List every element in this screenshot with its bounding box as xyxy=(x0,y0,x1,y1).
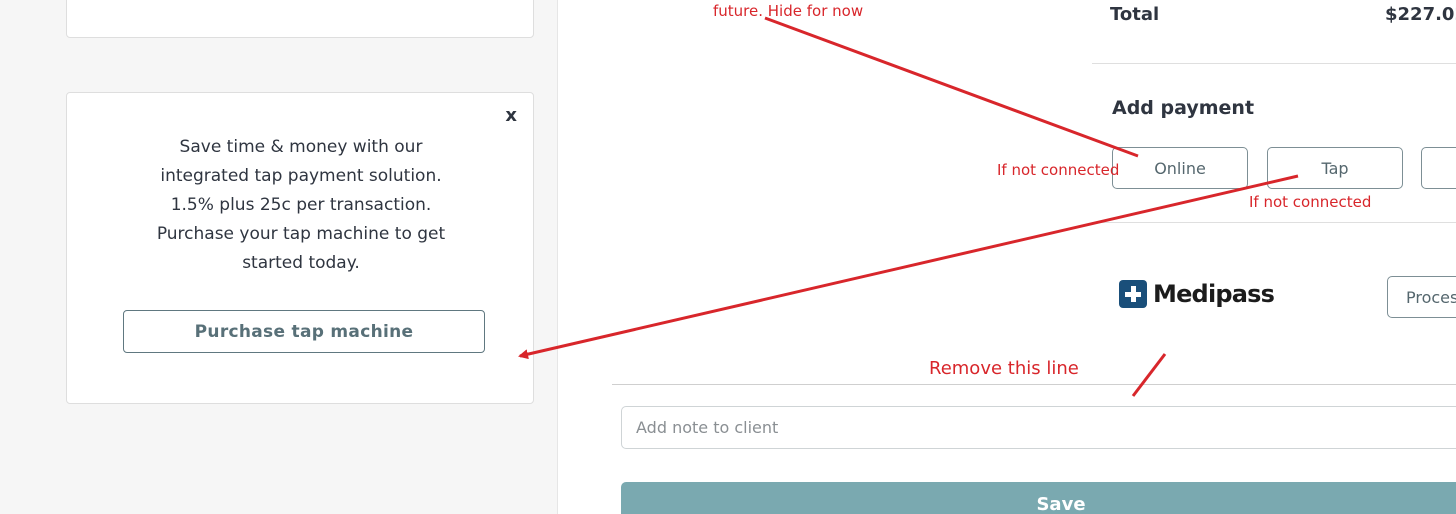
medipass-process-button[interactable]: Process xyxy=(1387,276,1456,318)
annotation-arrow-tap xyxy=(518,174,1299,360)
purchase-tap-machine-button[interactable]: Purchase tap machine xyxy=(123,310,485,353)
tap-promo-card: x Save time & money with our integrated … xyxy=(66,92,534,404)
annotation-remove-line: Remove this line xyxy=(929,358,1079,379)
save-button[interactable]: Save xyxy=(621,482,1456,514)
previous-card xyxy=(66,0,534,38)
payment-option-button[interactable] xyxy=(1421,147,1456,189)
close-icon[interactable]: x xyxy=(505,105,517,126)
medipass-logo: Medipass xyxy=(1119,280,1275,308)
annotation-future: future. Hide for now xyxy=(713,2,864,20)
medipass-cross-icon xyxy=(1119,280,1147,308)
left-sidebar: x Save time & money with our integrated … xyxy=(0,0,558,514)
total-value: $227.02 xyxy=(1385,4,1456,25)
annotation-strike-line xyxy=(1131,353,1167,397)
medipass-wordmark: Medipass xyxy=(1153,280,1275,308)
online-payment-button[interactable]: Online xyxy=(1112,147,1248,189)
annotation-line-online xyxy=(764,16,1139,158)
divider xyxy=(1092,222,1456,223)
annotation-tap-not-connected: If not connected xyxy=(1249,193,1372,211)
add-payment-heading: Add payment xyxy=(1112,97,1255,119)
section-divider xyxy=(612,384,1456,385)
tap-payment-button[interactable]: Tap xyxy=(1267,147,1403,189)
client-note-input[interactable] xyxy=(621,406,1456,449)
promo-text: Save time & money with our integrated ta… xyxy=(156,137,446,273)
annotation-online-not-connected: If not connected xyxy=(997,161,1120,179)
total-label: Total xyxy=(1110,4,1160,25)
divider xyxy=(1092,63,1456,64)
